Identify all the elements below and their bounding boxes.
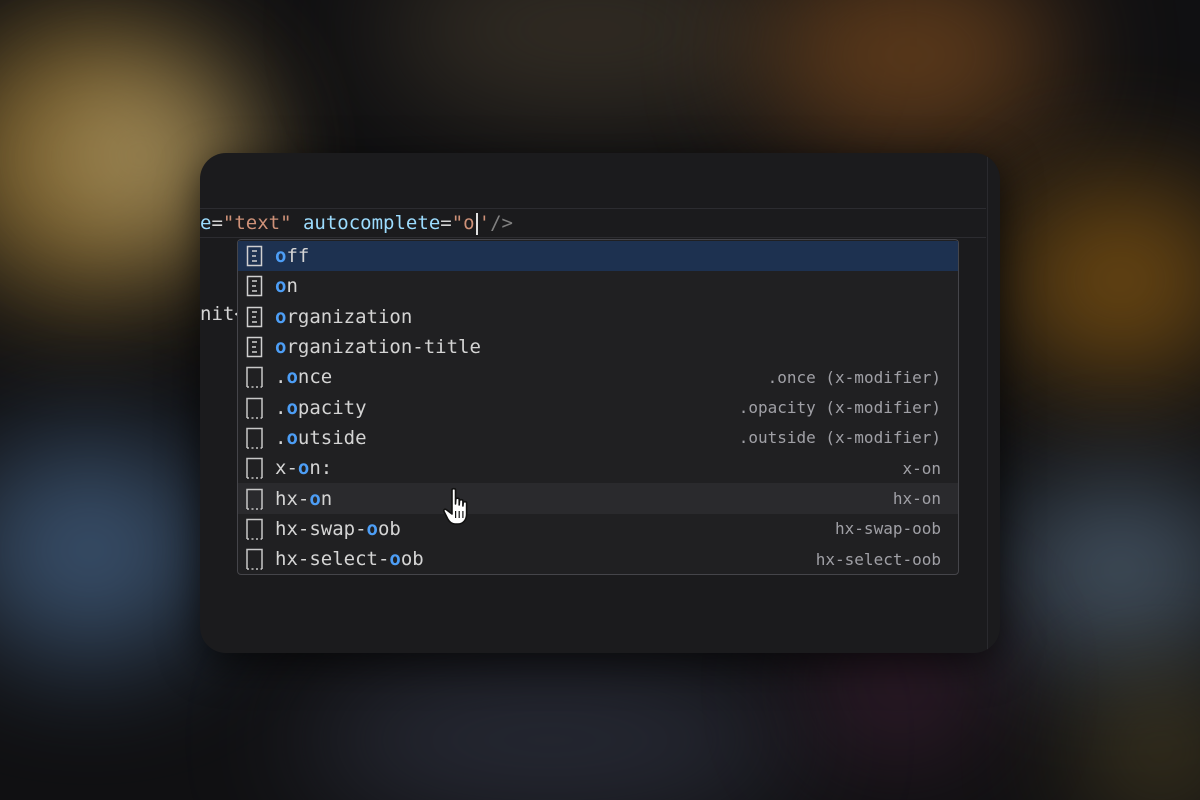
suggestion-detail: .outside (x-modifier)	[738, 428, 941, 448]
suggestion-label: off	[275, 245, 941, 267]
value-icon	[245, 245, 264, 267]
suggestion-match-highlight: o	[275, 275, 287, 298]
suggestion-label-rest: rganization-title	[286, 336, 481, 359]
suggestion-detail: hx-swap-oob	[835, 519, 941, 539]
snippet-icon	[245, 366, 264, 389]
suggestion-label: hx-select-oob	[275, 548, 816, 570]
code-token-string: '	[478, 212, 491, 234]
suggestion-label: .opacity	[275, 397, 739, 419]
suggestion-match-highlight: o	[286, 426, 298, 449]
autocomplete-suggestion-list[interactable]: off on organization organization-title .once…	[237, 239, 959, 575]
code-token-attribute: e	[200, 212, 212, 234]
suggestion-item[interactable]: organization	[238, 302, 958, 332]
code-token-string: "o	[451, 212, 475, 234]
code-token-equals: =	[440, 212, 452, 234]
code-editor[interactable]: e="text" autocomplete="o '/> nit< off on or…	[200, 153, 1000, 653]
suggestion-match-highlight: o	[389, 548, 401, 571]
suggestion-label-rest: n:	[309, 457, 333, 480]
code-token-attribute: autocomplete	[291, 212, 441, 234]
suggestion-item[interactable]: hx-on hx-on	[238, 483, 958, 514]
suggestion-match-highlight: o	[366, 517, 378, 540]
suggestion-item[interactable]: x-on: x-on	[238, 453, 958, 483]
snippet-icon	[245, 488, 264, 510]
suggestion-label: hx-on	[275, 488, 893, 510]
text-caret	[475, 212, 478, 235]
editor-line-border	[200, 208, 986, 209]
suggestion-label-rest: ob	[377, 517, 401, 540]
suggestion-label-rest: pacity	[297, 396, 367, 419]
suggestion-label-prefix: .	[275, 426, 287, 449]
suggestion-label: hx-swap-oob	[275, 518, 835, 540]
suggestion-match-highlight: o	[286, 396, 298, 419]
value-icon	[245, 336, 264, 358]
suggestion-detail: hx-select-oob	[815, 549, 941, 569]
suggestion-item[interactable]: .opacity .opacity (x-modifier)	[238, 392, 958, 422]
suggestion-label-prefix: hx-swap-	[275, 517, 367, 540]
code-token-string: "text"	[222, 212, 292, 234]
suggestion-detail: .opacity (x-modifier)	[738, 398, 941, 418]
suggestion-item[interactable]: on	[238, 271, 958, 301]
snippet-icon	[245, 427, 264, 449]
suggestion-item[interactable]: .outside .outside (x-modifier)	[238, 423, 958, 453]
suggestion-detail: x-on	[902, 458, 941, 478]
suggestion-match-highlight: o	[286, 366, 298, 389]
suggestion-label-prefix: .	[275, 366, 287, 389]
code-token-tag-close: />	[490, 212, 513, 234]
suggestion-match-highlight: o	[275, 245, 287, 268]
suggestion-item[interactable]: hx-select-oob hx-select-oob	[238, 544, 958, 574]
code-line-current[interactable]: e="text" autocomplete="o '/>	[200, 210, 513, 236]
suggestion-label-prefix: x-	[275, 457, 298, 480]
suggestion-label-prefix: hx-	[275, 487, 310, 510]
suggestion-label: on	[275, 275, 941, 297]
suggestion-label-rest: utside	[297, 426, 367, 449]
suggestion-label-rest: n	[286, 275, 298, 298]
editor-scroll-edge	[987, 153, 988, 653]
suggestion-label-rest: nce	[297, 366, 333, 389]
suggestion-label: organization-title	[275, 336, 941, 358]
suggestion-item[interactable]: .once .once (x-modifier)	[238, 362, 958, 392]
value-icon	[245, 306, 264, 328]
suggestion-label-prefix: .	[275, 396, 287, 419]
suggestion-detail: .once (x-modifier)	[767, 367, 941, 387]
suggestion-label: x-on:	[275, 457, 902, 479]
suggestion-detail: hx-on	[892, 489, 941, 509]
suggestion-label-rest: ob	[400, 548, 424, 571]
snippet-icon	[245, 548, 264, 570]
snippet-icon	[245, 397, 264, 419]
code-token-equals: =	[211, 212, 223, 234]
snippet-icon	[245, 518, 264, 540]
suggestion-item[interactable]: hx-swap-oob hx-swap-oob	[238, 514, 958, 544]
suggestion-label-rest: n	[320, 487, 333, 510]
snippet-icon	[245, 457, 264, 479]
suggestion-item[interactable]: organization-title	[238, 332, 958, 362]
suggestion-label: .once	[275, 366, 768, 388]
value-icon	[245, 275, 264, 297]
suggestion-label: organization	[275, 306, 941, 328]
suggestion-match-highlight: o	[297, 457, 310, 480]
suggestion-match-highlight: o	[275, 336, 287, 359]
suggestion-match-highlight: o	[309, 487, 321, 510]
suggestion-item[interactable]: off	[238, 241, 958, 272]
pointer-hand-icon	[443, 487, 468, 525]
suggestion-label-rest: rganization	[286, 305, 413, 328]
suggestion-label-prefix: hx-select-	[275, 548, 390, 571]
suggestion-match-highlight: o	[275, 305, 287, 328]
suggestion-label: .outside	[275, 427, 739, 449]
editor-line-border	[200, 237, 986, 238]
suggestion-label-rest: ff	[286, 245, 310, 268]
